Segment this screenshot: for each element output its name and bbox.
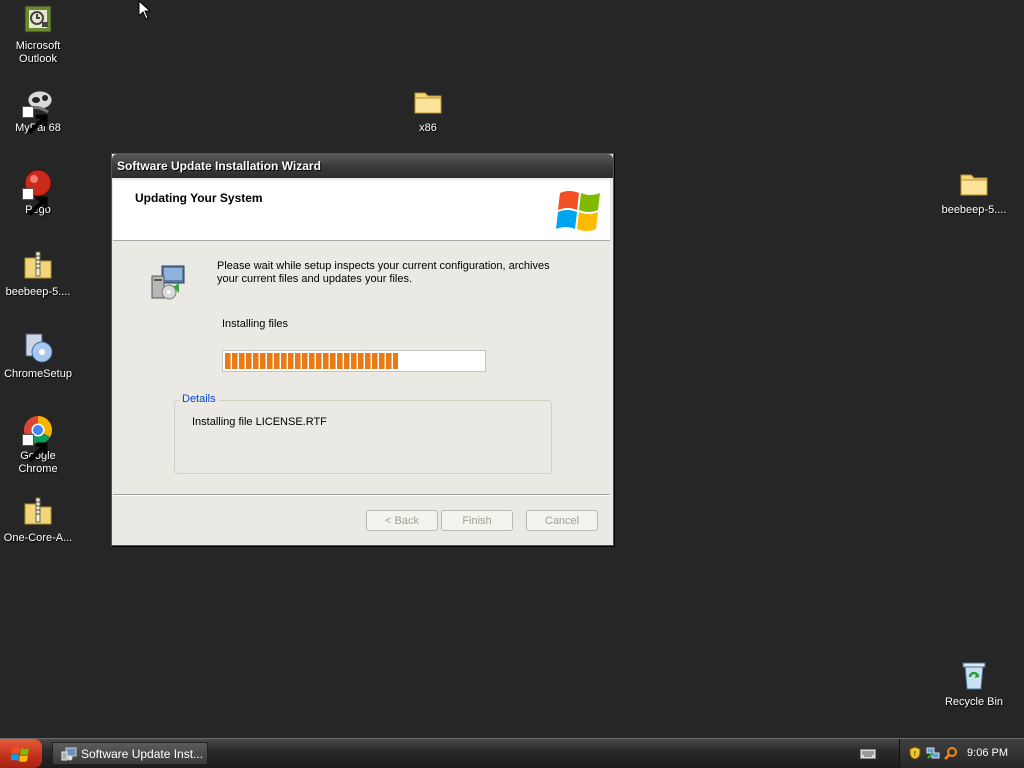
- pego-icon: [22, 168, 54, 217]
- desktop-icon-chromesetup[interactable]: ChromeSetup: [0, 332, 76, 381]
- desktop-icon-mypal[interactable]: MyPal 68: [0, 86, 76, 135]
- zip-folder-icon: [22, 250, 54, 282]
- progress-bar-fill: [225, 353, 398, 369]
- button-separator: [113, 494, 610, 496]
- system-tray: ! 9:06 PM: [899, 739, 1024, 768]
- desktop-icon-beebeep-folder[interactable]: beebeep-5....: [936, 168, 1012, 217]
- taskbar-clock[interactable]: 9:06 PM: [967, 747, 1008, 759]
- progress-status-label: Installing files: [222, 318, 289, 330]
- details-text: Installing file LICENSE.RTF: [192, 416, 327, 428]
- security-shield-icon[interactable]: !: [908, 746, 922, 760]
- search-magnifier-icon[interactable]: [944, 746, 958, 760]
- finish-button[interactable]: Finish: [441, 510, 513, 531]
- recycle-bin-icon: [958, 660, 990, 692]
- zip-folder-icon: [22, 496, 54, 528]
- start-button[interactable]: [0, 739, 42, 768]
- desktop-icon-label: One-Core-A...: [3, 532, 73, 544]
- taskbar-item-label: Software Update Inst...: [81, 747, 204, 761]
- folder-icon: [958, 168, 990, 200]
- desktop-icon-label: x86: [419, 122, 437, 134]
- desktop-icon-x86-folder[interactable]: x86: [390, 86, 466, 135]
- start-windows-logo-icon: [11, 747, 29, 762]
- desktop-icon-label: Recycle Bin: [944, 696, 1004, 708]
- folder-icon: [412, 86, 444, 118]
- chrome-icon: [22, 414, 54, 463]
- desktop-icon-one-core-zip[interactable]: One-Core-A...: [0, 496, 76, 545]
- wizard-description: Please wait while setup inspects your cu…: [217, 260, 550, 285]
- network-icon[interactable]: [926, 746, 940, 760]
- taskbar: Software Update Inst... ! 9:06 PM: [0, 738, 1024, 768]
- shortcut-arrow-icon: [22, 188, 48, 217]
- back-button[interactable]: < Back: [366, 510, 438, 531]
- install-progress-bar: [222, 350, 486, 372]
- header-title: Updating Your System: [135, 191, 263, 205]
- shortcut-arrow-icon: [22, 106, 48, 135]
- computer-setup-icon: [151, 265, 185, 300]
- taskbar-item-software-update[interactable]: Software Update Inst...: [52, 742, 208, 765]
- desktop-icon-label: Microsoft Outlook: [15, 40, 61, 65]
- desktop-icon-beebeep-zip[interactable]: beebeep-5....: [0, 250, 76, 299]
- cancel-button[interactable]: Cancel: [526, 510, 598, 531]
- desktop-icon-label: beebeep-5....: [941, 204, 1007, 216]
- mouse-cursor-icon: [138, 0, 152, 20]
- installation-wizard-window: Software Update Installation Wizard Upda…: [111, 153, 614, 546]
- desktop-icon-label: beebeep-5....: [5, 286, 71, 298]
- details-group: Details Installing file LICENSE.RTF: [174, 393, 552, 474]
- details-group-label: Details: [179, 393, 219, 405]
- keyboard-icon[interactable]: [860, 749, 876, 759]
- desktop-icon-google-chrome[interactable]: Google Chrome: [0, 414, 76, 476]
- windows-logo-icon: [556, 191, 600, 231]
- window-title[interactable]: Software Update Installation Wizard: [112, 154, 613, 178]
- desktop-icon-label: ChromeSetup: [4, 368, 72, 380]
- shortcut-arrow-icon: [22, 434, 48, 463]
- setup-app-icon: [61, 747, 77, 761]
- mypal-icon: [22, 86, 54, 135]
- wizard-header: Updating Your System: [113, 180, 610, 241]
- chrome-setup-icon: [22, 332, 54, 364]
- desktop-icon-outlook[interactable]: Microsoft Outlook: [0, 4, 76, 66]
- desktop-icon-pego[interactable]: Pego: [0, 168, 76, 217]
- svg-text:!: !: [914, 750, 917, 758]
- outlook-icon: [22, 4, 54, 36]
- desktop-icon-recycle-bin[interactable]: Recycle Bin: [936, 660, 1012, 709]
